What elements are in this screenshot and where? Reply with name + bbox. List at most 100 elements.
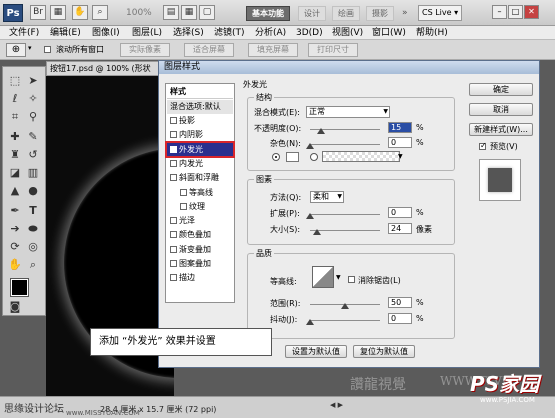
chevron-down-icon[interactable]: ▾ (28, 44, 32, 52)
screen-mode-icon[interactable]: ▢ (199, 5, 215, 20)
grid-icon[interactable]: ▦ (181, 5, 197, 20)
zoom-preset-icon[interactable]: ⊕ (6, 43, 26, 57)
menu-image[interactable]: 图像(I) (92, 27, 120, 39)
gradient-icon[interactable]: ▥ (25, 165, 41, 181)
style-item-3[interactable]: 内发光 (167, 157, 233, 171)
style-item-0[interactable]: 投影 (167, 114, 233, 128)
pen-icon[interactable]: ✒ (7, 203, 23, 219)
opacity-input[interactable]: 15 (388, 122, 412, 133)
new-style-button[interactable]: 新建样式(W)... (469, 123, 533, 136)
type-icon[interactable]: T (25, 203, 41, 219)
preview-checkbox[interactable]: ✓ (479, 141, 487, 150)
menu-file[interactable]: 文件(F) (9, 27, 39, 39)
workspace-painting[interactable]: 绘画 (332, 6, 360, 21)
make-default-button[interactable]: 设置为默认值 (285, 345, 347, 358)
style-checkbox[interactable] (170, 145, 177, 153)
noise-slider-handle[interactable] (306, 143, 314, 149)
minimize-icon[interactable]: – (492, 5, 507, 19)
style-item-9[interactable]: 渐变叠加 (167, 243, 233, 257)
chevron-down-icon[interactable]: ▼ (398, 153, 403, 160)
contour-picker[interactable] (312, 266, 334, 288)
brush-icon[interactable]: ✎ (25, 129, 41, 145)
chevron-right-icon[interactable]: » (402, 8, 408, 18)
opacity-slider-handle[interactable] (316, 128, 325, 134)
healing-brush-icon[interactable]: ✚ (7, 129, 23, 145)
jitter-slider[interactable] (310, 320, 380, 321)
workspace-design[interactable]: 设计 (298, 6, 326, 21)
document-tab[interactable]: 按钮17.psd @ 100% (形状 (46, 61, 176, 76)
noise-slider[interactable] (310, 144, 380, 145)
menu-help[interactable]: 帮助(H) (416, 27, 448, 39)
close-icon[interactable]: ✕ (524, 5, 539, 19)
glow-color-swatch[interactable] (286, 152, 299, 162)
fill-screen-button[interactable]: 填充屏幕 (248, 43, 298, 57)
menu-3d[interactable]: 3D(D) (296, 27, 323, 39)
3d-rotate-icon[interactable]: ⟳ (7, 239, 23, 255)
style-item-10[interactable]: 图案叠加 (167, 257, 233, 271)
style-item-11[interactable]: 描边 (167, 271, 233, 285)
3d-orbit-icon[interactable]: ◎ (25, 239, 41, 255)
minibridge-icon[interactable]: ▦ (50, 5, 66, 20)
arrange-docs-icon[interactable]: ▤ (163, 5, 179, 20)
quick-mask-icon[interactable]: ◙ (7, 299, 23, 315)
style-checkbox[interactable] (170, 231, 177, 239)
size-input[interactable]: 24 (388, 223, 412, 234)
menu-window[interactable]: 窗口(W) (372, 27, 406, 39)
styles-header[interactable]: 样式 (167, 85, 233, 99)
style-checkbox[interactable] (170, 159, 177, 167)
style-item-8[interactable]: 颜色叠加 (167, 228, 233, 242)
move-icon[interactable]: ➤ (25, 73, 41, 89)
workspace-photo[interactable]: 摄影 (366, 6, 394, 21)
hand-icon[interactable]: ✋ (7, 257, 23, 273)
blur-icon[interactable]: ▲ (7, 183, 23, 199)
size-slider-handle[interactable] (312, 229, 321, 235)
jitter-slider-handle[interactable] (306, 319, 314, 325)
clone-stamp-icon[interactable]: ♜ (7, 147, 23, 163)
zoom-tool-icon[interactable]: ⌕ (92, 5, 108, 20)
antialias-checkbox[interactable] (348, 276, 355, 283)
style-checkbox[interactable] (170, 245, 177, 253)
dodge-icon[interactable]: ● (25, 183, 41, 199)
foreground-color-swatch[interactable] (10, 278, 29, 297)
workspace-essentials[interactable]: 基本功能 (246, 6, 290, 21)
jitter-input[interactable]: 0 (388, 313, 412, 324)
spread-input[interactable]: 0 (388, 207, 412, 218)
scroll-arrow-icon[interactable]: ◀ ▶ (330, 401, 343, 409)
menu-layer[interactable]: 图层(L) (132, 27, 162, 39)
gradient-picker[interactable] (322, 151, 400, 162)
crop-icon[interactable]: ⌗ (7, 109, 23, 125)
style-checkbox[interactable] (180, 188, 187, 196)
style-item-7[interactable]: 光泽 (167, 214, 233, 228)
cs-live-button[interactable]: CS Live ▾ (418, 5, 463, 21)
spread-slider[interactable] (310, 214, 380, 215)
style-item-5[interactable]: 等高线 (167, 186, 233, 200)
menu-select[interactable]: 选择(S) (173, 27, 204, 39)
chevron-down-icon[interactable]: ▼ (336, 274, 341, 281)
hand-icon[interactable]: ✋ (72, 5, 88, 20)
menu-edit[interactable]: 编辑(E) (50, 27, 81, 39)
zoom-icon[interactable]: ⌕ (25, 257, 41, 273)
history-brush-icon[interactable]: ↺ (25, 147, 41, 163)
blend-mode-select[interactable]: 正常 ▼ (306, 106, 390, 118)
lasso-icon[interactable]: ℓ (7, 91, 23, 107)
style-checkbox[interactable] (170, 217, 177, 225)
magic-wand-icon[interactable]: ✧ (25, 91, 41, 107)
style-checkbox[interactable] (170, 174, 177, 182)
color-radio[interactable] (272, 153, 280, 161)
range-slider-handle[interactable] (341, 303, 349, 309)
menu-view[interactable]: 视图(V) (332, 27, 363, 39)
style-item-1[interactable]: 内阴影 (167, 128, 233, 142)
fit-screen-button[interactable]: 适合屏幕 (184, 43, 234, 57)
menu-filter[interactable]: 滤镜(T) (214, 27, 245, 39)
noise-input[interactable]: 0 (388, 137, 412, 148)
style-checkbox[interactable] (180, 202, 187, 210)
style-checkbox[interactable] (170, 117, 177, 124)
maximize-icon[interactable]: □ (508, 5, 523, 19)
blend-options-item[interactable]: 混合选项:默认 (167, 100, 233, 114)
cancel-button[interactable]: 取消 (469, 103, 533, 116)
menu-analysis[interactable]: 分析(A) (255, 27, 286, 39)
reset-default-button[interactable]: 复位为默认值 (353, 345, 415, 358)
technique-select[interactable]: 柔和 ▼ (310, 191, 344, 203)
zoom-level[interactable]: 100% (126, 8, 152, 18)
ellipse-shape-icon[interactable]: ⬬ (25, 221, 41, 237)
